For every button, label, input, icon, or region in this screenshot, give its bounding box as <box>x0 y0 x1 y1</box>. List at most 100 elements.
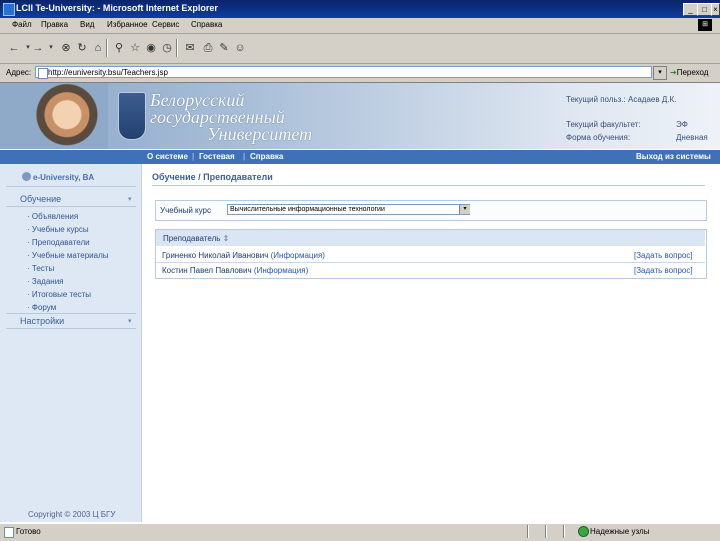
edit-icon[interactable]: ✎ <box>218 42 230 54</box>
teacher-name: Костин Павел Павлович <box>162 266 252 275</box>
toolbar: ← ▾ → ▾ ⊗ ↻ ⌂ ⚲ ☆ ◉ ◷ ✉ ⎙ ✎ ☺ <box>0 34 720 64</box>
sidebar-divider <box>6 313 136 314</box>
chevron-down-icon[interactable]: ▾ <box>459 205 470 214</box>
minimize-button[interactable]: _ <box>683 3 698 16</box>
sidebar-divider <box>6 328 136 329</box>
sidebar-item-tests[interactable]: · Тесты <box>27 264 54 273</box>
row-divider <box>156 262 705 263</box>
status-separator <box>545 525 547 538</box>
forward-dropdown-icon[interactable]: ▾ <box>45 42 57 54</box>
university-emblem-icon <box>118 92 146 140</box>
stop-icon[interactable]: ⊗ <box>60 42 72 54</box>
status-separator <box>527 525 529 538</box>
page-icon <box>38 68 48 79</box>
status-text: Готово <box>16 527 41 536</box>
teacher-info-link[interactable]: (Информация) <box>271 251 325 260</box>
banner-photo <box>0 83 108 149</box>
table-row: Костин Павел Павлович (Информация) <box>162 266 308 275</box>
sort-icon[interactable]: ⇕ <box>223 234 230 243</box>
column-header-teacher[interactable]: Преподаватель ⇕ <box>163 234 229 243</box>
home-icon[interactable]: ⌂ <box>92 42 104 54</box>
go-arrow-icon: ➔ <box>670 68 677 77</box>
logout-link[interactable]: Выход из системы <box>636 152 711 161</box>
windows-logo-icon: ⊞ <box>698 19 712 31</box>
toolbar-separator <box>106 39 108 57</box>
toolbar-separator <box>176 39 178 57</box>
study-form-value: Дневная <box>676 133 708 142</box>
nav-separator: | <box>243 152 246 161</box>
print-icon[interactable]: ⎙ <box>202 42 214 54</box>
address-bar: Адрес: ▾ ➔Переход <box>0 64 720 83</box>
favorites-icon[interactable]: ☆ <box>129 42 141 54</box>
nav-about[interactable]: О системе <box>147 152 188 161</box>
nav-guestbook[interactable]: Гостевая <box>199 152 235 161</box>
nav-help[interactable]: Справка <box>250 152 283 161</box>
mail-icon[interactable]: ✉ <box>184 42 196 54</box>
menu-tools[interactable]: Сервис <box>152 20 179 29</box>
sidebar-item-label: Итоговые тесты <box>31 290 91 299</box>
course-select[interactable]: Вычислительные информационные технологии <box>227 204 470 215</box>
sidebar-item-label: Учебные материалы <box>31 251 109 260</box>
sidebar-item-tasks[interactable]: · Задания <box>27 277 64 286</box>
go-button[interactable]: ➔Переход <box>670 68 708 77</box>
sidebar-item-announcements[interactable]: · Объявления <box>27 212 78 221</box>
column-header-label: Преподаватель <box>163 234 221 243</box>
refresh-icon[interactable]: ↻ <box>76 42 88 54</box>
window-titlebar: LCII Te-University: - Microsoft Internet… <box>0 0 720 18</box>
sidebar-item-label: Тесты <box>31 264 55 273</box>
teacher-info-link[interactable]: (Информация) <box>254 266 308 275</box>
sidebar-item-final-tests[interactable]: · Итоговые тесты <box>27 290 91 299</box>
window-title: LCII Te-University: - Microsoft Internet… <box>16 3 218 13</box>
teacher-name: Гриненко Николай Иванович <box>162 251 269 260</box>
close-button[interactable]: × <box>711 3 720 16</box>
sidebar-item-courses[interactable]: · Учебные курсы <box>27 225 89 234</box>
copyright: Copyright © 2003 Ц БГУ <box>28 510 116 519</box>
go-label: Переход <box>676 68 709 77</box>
menu-bar: Файл Правка Вид Избранное Сервис Справка… <box>0 18 720 34</box>
sidebar-divider <box>6 206 136 207</box>
address-label: Адрес: <box>6 68 32 77</box>
faculty-value: ЭФ <box>676 120 688 129</box>
search-icon[interactable]: ⚲ <box>113 42 125 54</box>
e-university-logo: e-University, BA <box>33 173 95 182</box>
sidebar-item-forum[interactable]: · Форум <box>27 303 56 312</box>
chevron-down-icon[interactable]: ▾ <box>128 195 132 203</box>
security-zone: Надежные узлы <box>590 527 650 536</box>
current-user: Текущий польз.: Асадаев Д.К. <box>566 95 677 104</box>
faculty-label: Текущий факультет: <box>566 120 641 129</box>
trusted-zone-icon <box>578 526 589 537</box>
chevron-down-icon[interactable]: ▾ <box>128 317 132 325</box>
sidebar-item-materials[interactable]: · Учебные материалы <box>27 251 109 260</box>
ask-question-link[interactable]: [Задать вопрос] <box>634 251 693 260</box>
sidebar-item-label: Задания <box>31 277 64 286</box>
messenger-icon[interactable]: ☺ <box>234 42 246 54</box>
status-separator <box>563 525 565 538</box>
ask-question-link[interactable]: [Задать вопрос] <box>634 266 693 275</box>
menu-file[interactable]: Файл <box>12 20 32 29</box>
e-university-logo-icon <box>22 172 31 181</box>
history-icon[interactable]: ◷ <box>161 42 173 54</box>
sidebar-section-learning[interactable]: Обучение <box>20 194 61 204</box>
university-name-line3: Университет <box>207 124 313 144</box>
address-dropdown-icon[interactable]: ▾ <box>653 66 667 80</box>
page-done-icon <box>4 527 14 538</box>
menu-edit[interactable]: Правка <box>41 20 68 29</box>
sidebar-section-settings[interactable]: Настройки <box>20 316 64 326</box>
back-arrow-icon[interactable]: ← <box>8 42 20 54</box>
address-input[interactable] <box>35 66 652 78</box>
sidebar-item-label: Учебные курсы <box>31 225 89 234</box>
maximize-button[interactable]: □ <box>697 3 712 16</box>
sidebar-item-teachers[interactable]: · Преподаватели <box>27 238 90 247</box>
table-header <box>156 230 705 246</box>
media-icon[interactable]: ◉ <box>145 42 157 54</box>
ie-window-icon <box>3 3 15 16</box>
menu-help[interactable]: Справка <box>191 20 222 29</box>
sidebar-item-label: Преподаватели <box>31 238 90 247</box>
study-form-label: Форма обучения: <box>566 133 631 142</box>
top-nav: О системе | Гостевая | Справка Выход из … <box>0 150 720 164</box>
forward-arrow-icon[interactable]: → <box>32 42 44 54</box>
menu-favorites[interactable]: Избранное <box>107 20 148 29</box>
menu-view[interactable]: Вид <box>80 20 94 29</box>
sidebar-divider <box>6 186 136 187</box>
course-label: Учебный курс <box>160 206 211 215</box>
